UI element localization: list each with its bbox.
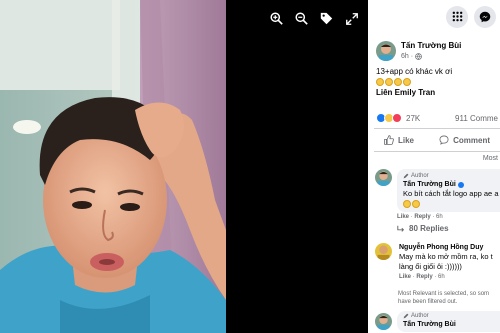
reaction-summary: 27K 911 Comme — [376, 113, 500, 123]
comment-label: Comment — [453, 135, 490, 145]
photo-image — [0, 0, 226, 333]
comment-like-link[interactable]: Like — [399, 274, 411, 280]
laughing-emoji-icon — [403, 200, 411, 208]
menu-grid-button[interactable] — [446, 5, 468, 28]
comment-text: Ko bít cách tắt logo app ae a — [403, 189, 499, 198]
post-header: Tấn Trường Bùi 6h · — [376, 41, 461, 62]
comment-actions: Like · Reply · 6h — [399, 274, 445, 280]
zoom-in-icon[interactable] — [268, 10, 285, 27]
comment-item: Nguyễn Phong Hồng Duy May mà ko mở mồm r… — [375, 243, 500, 280]
author-badge: Author — [403, 172, 500, 180]
public-globe-icon — [415, 53, 422, 60]
author-badge-label: Author — [411, 173, 429, 179]
comment-like-link[interactable]: Like — [397, 214, 409, 220]
photo-viewer — [0, 0, 368, 333]
laugh-emoji-row — [376, 77, 500, 87]
laughing-emoji-icon — [376, 78, 384, 86]
author-badge: Author — [403, 312, 500, 320]
verified-icon — [457, 181, 464, 188]
fullscreen-icon[interactable] — [343, 10, 360, 27]
viewer-toolbar — [268, 10, 360, 27]
post-time[interactable]: 6h — [401, 51, 409, 62]
messenger-button[interactable] — [474, 5, 496, 28]
post-text-line: 13+app có khác vk ơi — [376, 67, 453, 76]
sort-comments-dropdown[interactable]: Most — [483, 155, 498, 162]
comment-text: làng ổi giổi ôi :)))))) — [399, 262, 462, 271]
post-panel: Tấn Trường Bùi 6h · 13+app có khác vk ơi… — [368, 0, 500, 333]
comment-time[interactable]: 6h — [436, 214, 443, 220]
comment-actions: Like · Reply · 6h — [397, 214, 443, 220]
comment-icon — [439, 135, 449, 145]
comment-author[interactable]: Tấn Trường Bùi — [403, 180, 500, 189]
laughing-emoji-icon — [394, 78, 402, 86]
post-mention-link[interactable]: Liên Emily Tran — [376, 87, 500, 98]
like-label: Like — [398, 135, 415, 145]
commenter-avatar[interactable] — [375, 313, 392, 330]
comment-item: Author Tấn Trường Bùi Ko bít cách tắt lo… — [375, 169, 500, 233]
comment-bubble: Nguyễn Phong Hồng Duy May mà ko mở mồm r… — [397, 243, 500, 272]
filter-notice: Most Relevant is selected, so som have b… — [398, 291, 490, 305]
laughing-emoji-icon — [412, 200, 420, 208]
panel-topbar — [368, 0, 500, 33]
comment-button[interactable]: Comment — [429, 135, 500, 145]
post-actions: Like Comment — [374, 128, 500, 152]
comment-bubble: Author Tấn Trường Bùi Ko bít cách tắt lo… — [397, 169, 500, 212]
commenter-avatar[interactable] — [375, 169, 392, 186]
reaction-count[interactable]: 27K — [406, 114, 420, 123]
thumbs-up-icon — [384, 135, 394, 145]
post-text: 13+app có khác vk ơi Liên Emily Tran — [376, 66, 500, 98]
messenger-icon — [479, 11, 491, 22]
post-author[interactable]: Tấn Trường Bùi — [401, 41, 461, 51]
grid-icon — [452, 11, 462, 22]
comment-item: Author Tấn Trường Bùi — [375, 311, 500, 332]
reaction-icons[interactable]: 27K — [376, 113, 420, 123]
selfie-photo[interactable] — [0, 0, 226, 333]
pen-icon — [403, 313, 409, 319]
comment-time[interactable]: 6h — [438, 274, 445, 280]
commenter-avatar[interactable] — [375, 243, 392, 260]
comment-text: May mà ko mở mồm ra, ko t — [399, 252, 493, 261]
zoom-out-icon[interactable] — [293, 10, 310, 27]
post-meta: 6h · — [401, 51, 461, 62]
author-avatar[interactable] — [376, 41, 396, 61]
comment-author[interactable]: Nguyễn Phong Hồng Duy — [399, 243, 500, 252]
author-badge-label: Author — [411, 313, 429, 319]
comment-bubble: Author Tấn Trường Bùi — [397, 311, 500, 332]
comment-reply-link[interactable]: Reply — [416, 274, 432, 280]
view-replies-link[interactable]: 80 Replies — [397, 224, 500, 233]
tag-icon[interactable] — [318, 10, 335, 27]
laughing-emoji-icon — [385, 78, 393, 86]
love-reaction-icon — [392, 113, 402, 123]
comment-reply-link[interactable]: Reply — [414, 214, 430, 220]
comment-emoji-row — [403, 199, 500, 209]
comment-author[interactable]: Tấn Trường Bùi — [403, 320, 500, 329]
reply-arrow-icon — [397, 225, 405, 232]
like-button[interactable]: Like — [374, 135, 424, 145]
laughing-emoji-icon — [403, 78, 411, 86]
comment-count[interactable]: 911 Comme — [455, 114, 498, 123]
pen-icon — [403, 173, 409, 179]
